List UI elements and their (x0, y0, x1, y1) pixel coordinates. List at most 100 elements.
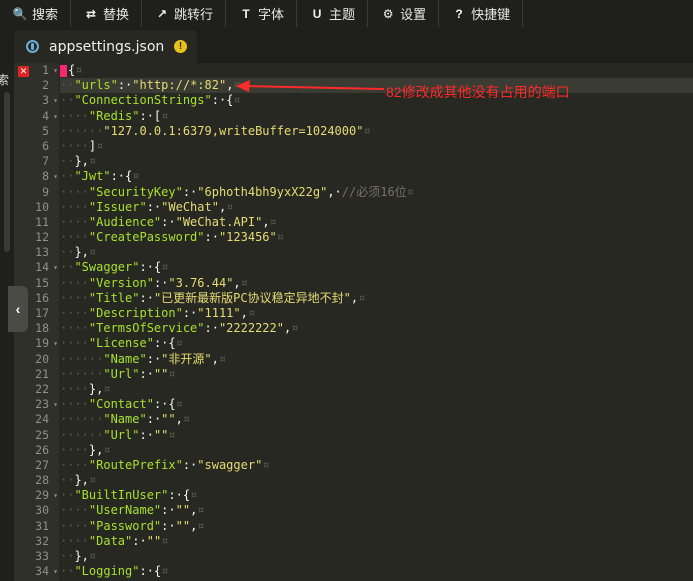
code-token: "123456" (218, 230, 277, 245)
toolbar-button-gear[interactable]: ⚙ 设置 (368, 0, 440, 27)
toolbar-button-theme[interactable]: U 主题 (297, 0, 369, 27)
code-token: ···· (60, 306, 89, 320)
code-token: , (350, 290, 359, 305)
line-number-value: 2 (42, 78, 49, 93)
code-line[interactable]: ····"CreatePassword":·"123456"¤ (60, 230, 693, 245)
code-line[interactable]: ····},¤ (60, 382, 693, 397)
code-token: "UserName" (88, 503, 162, 518)
line-end-marker: ¤ (161, 108, 169, 123)
line-end-marker: ¤ (161, 564, 169, 579)
code-line[interactable]: ····"RoutePrefix":·"swagger"¤ (60, 458, 693, 473)
code-token: :· (153, 275, 169, 290)
code-token: "" (161, 412, 176, 427)
line-number-value: 11 (35, 214, 49, 229)
code-line[interactable]: ····"Description":·"1111",¤ (60, 306, 693, 321)
code-line[interactable]: ··"Jwt":·{¤ (60, 169, 693, 184)
code-line[interactable]: ······"Url":·""¤ (60, 367, 693, 382)
code-line[interactable]: ····"Issuer":·"WeChat",¤ (60, 200, 693, 215)
code-line[interactable]: ··},¤ (60, 245, 693, 260)
line-number-value: 31 (35, 518, 49, 533)
line-number-value: 7 (42, 154, 49, 169)
code-token: "3.76.44" (168, 275, 234, 290)
code-line[interactable]: ··},¤ (60, 473, 693, 488)
code-line[interactable]: ··"BuiltInUser":·{¤ (60, 488, 693, 503)
toolbar-button-replace[interactable]: ⇄ 替换 (71, 0, 143, 27)
code-line[interactable]: ······"Name":·"非开源",¤ (60, 352, 693, 367)
code-line[interactable]: ······"127.0.0.1:6379,writeBuffer=102400… (60, 124, 693, 139)
toolbar-button-search[interactable]: 🔍 搜索 (0, 0, 72, 27)
line-end-marker: ¤ (88, 245, 97, 260)
fold-toggle-icon[interactable]: ▾ (53, 260, 58, 275)
code-line[interactable]: ··"urls":·"http://*:82",¤ (60, 78, 693, 94)
code-token: "6photh4bh9yxX22g" (197, 184, 328, 199)
code-token: ···· (60, 275, 89, 290)
line-number-value: 28 (35, 473, 49, 488)
code-token: "Title" (88, 290, 140, 305)
fold-toggle-icon[interactable]: ▾ (53, 169, 58, 184)
line-number-value: 10 (35, 199, 49, 214)
code-line[interactable]: ····"Redis":·[¤ (60, 109, 693, 124)
code-line[interactable]: ····"SecurityKey":·"6photh4bh9yxX22g",·/… (60, 185, 693, 200)
error-marker-icon[interactable]: ✕ (18, 66, 29, 77)
code-token: ······ (60, 123, 104, 138)
code-token: "RoutePrefix" (88, 457, 183, 472)
line-number-value: 34 (35, 564, 49, 579)
toolbar-button-help[interactable]: ? 快捷键 (439, 0, 524, 27)
fold-toggle-icon[interactable]: ▾ (53, 109, 58, 124)
search-icon: 🔍 (12, 6, 28, 21)
code-token: }, (88, 381, 104, 396)
code-line[interactable]: ····"Title":·"已更新最新版PC协议稳定异地不封",¤ (60, 291, 693, 306)
code-token: ···· (60, 503, 89, 518)
code-token: "Name" (103, 412, 147, 427)
code-line[interactable]: ····"Version":·"3.76.44",¤ (60, 276, 693, 291)
code-line[interactable]: ··"Swagger":·{¤ (60, 260, 693, 275)
line-end-marker: ¤ (88, 154, 97, 169)
code-token: :· (146, 351, 162, 366)
fold-toggle-icon[interactable]: ▾ (53, 564, 58, 579)
code-line[interactable]: ······"Url":·""¤ (60, 428, 693, 443)
line-end-marker: ¤ (276, 230, 284, 245)
tab-appsettings-json[interactable]: appsettings.json ! (14, 30, 197, 63)
code-line[interactable]: ····"UserName":·"",¤ (60, 503, 693, 518)
code-line[interactable]: ····"License":·{¤ (60, 336, 693, 351)
fold-toggle-icon[interactable]: ▾ (53, 488, 58, 503)
code-token: ······ (60, 427, 104, 442)
tab-bar: appsettings.json ! (0, 27, 693, 63)
fold-toggle-icon[interactable]: ▾ (53, 63, 58, 78)
code-token: ···· (60, 290, 89, 305)
line-number: 31 (14, 519, 59, 534)
toolbar-button-font[interactable]: T 字体 (226, 0, 298, 27)
line-number-value: 21 (35, 366, 49, 381)
code-line[interactable]: ····"Contact":·{¤ (60, 397, 693, 412)
code-line[interactable]: {¤ (60, 63, 693, 78)
code-token: ···· (60, 381, 89, 396)
code-token: ······ (60, 351, 104, 366)
line-end-marker: ¤ (197, 518, 205, 533)
code-line[interactable]: ····"Data":·""¤ (60, 534, 693, 549)
toolbar-button-goto-line[interactable]: ↗ 跳转行 (142, 0, 227, 27)
fold-toggle-icon[interactable]: ▾ (53, 93, 58, 108)
code-editor[interactable]: {¤ ··"urls":·"http://*:82",¤ ··"Connection… (60, 63, 693, 579)
fold-toggle-icon[interactable]: ▾ (53, 336, 58, 351)
code-token: "" (153, 427, 169, 442)
code-line[interactable]: ··"Logging":·{¤ (60, 564, 693, 579)
code-line[interactable]: ····},¤ (60, 443, 693, 458)
line-number: 11 (14, 215, 59, 230)
code-line[interactable]: ····"TermsOfService":·"2222222",¤ (60, 321, 693, 336)
collapse-panel-button[interactable]: ‹ (8, 286, 28, 332)
fold-toggle-icon[interactable]: ▾ (53, 397, 58, 412)
code-token: "" (153, 366, 169, 381)
annotation-text: 82修改成其他没有占用的端口 (386, 84, 570, 100)
code-line[interactable]: ··"ConnectionStrings":·{¤ (60, 93, 693, 108)
sidebar-scrollbar[interactable] (4, 92, 10, 252)
code-line[interactable]: ··},¤ (60, 549, 693, 564)
code-token: "Password" (88, 518, 162, 533)
code-line[interactable]: ····]¤ (60, 139, 693, 154)
code-line[interactable]: ······"Name":·"",¤ (60, 412, 693, 427)
code-line[interactable]: ····"Audience":·"WeChat.API",¤ (60, 215, 693, 230)
code-token: "Audience" (88, 214, 162, 229)
code-token: "Logging" (74, 564, 140, 579)
code-line[interactable]: ··},¤ (60, 154, 693, 169)
line-end-marker: ¤ (262, 457, 270, 472)
code-line[interactable]: ····"Password":·"",¤ (60, 519, 693, 534)
